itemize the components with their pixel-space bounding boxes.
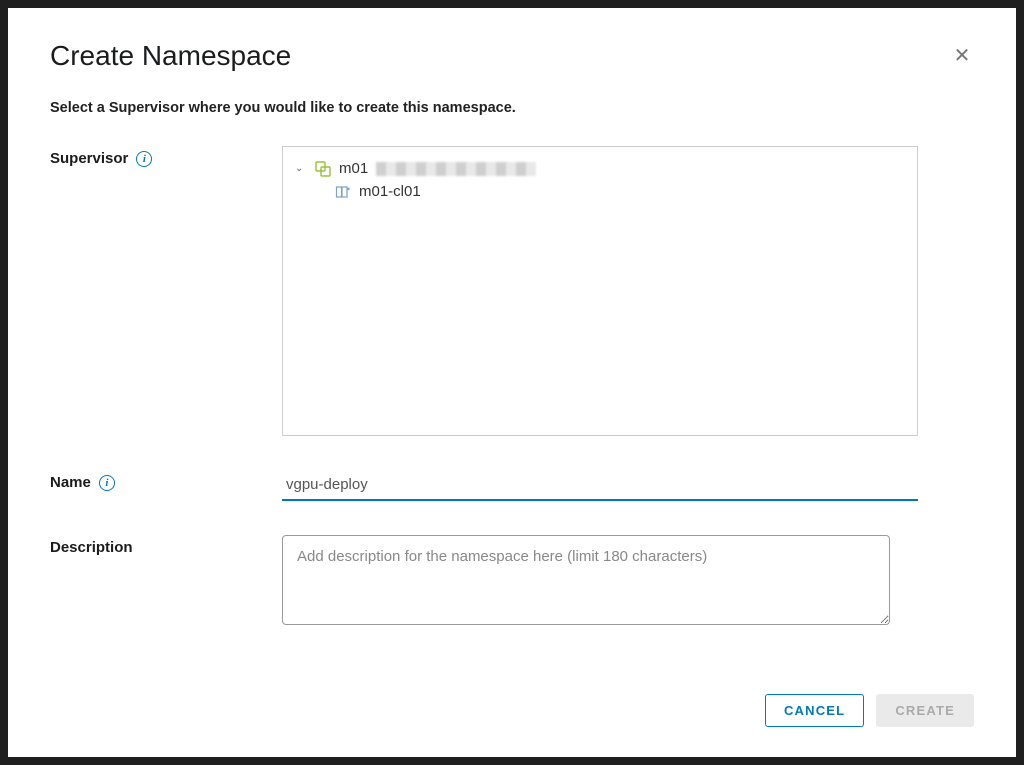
description-label: Description bbox=[50, 535, 282, 556]
name-label: Name i bbox=[50, 470, 282, 491]
name-row: Name i bbox=[50, 470, 974, 501]
description-row: Description bbox=[50, 535, 974, 625]
create-button[interactable]: CREATE bbox=[876, 694, 974, 727]
supervisor-row: Supervisor i ⌄ m01 m01-cl01 bbox=[50, 146, 974, 436]
tree-root-label: m01 bbox=[339, 160, 368, 177]
cluster-icon bbox=[335, 184, 351, 200]
info-icon[interactable]: i bbox=[136, 151, 152, 167]
tree-children: m01-cl01 bbox=[295, 180, 905, 203]
name-input[interactable] bbox=[282, 470, 918, 501]
supervisor-label-text: Supervisor bbox=[50, 150, 128, 167]
chevron-down-icon[interactable]: ⌄ bbox=[295, 163, 307, 174]
name-label-text: Name bbox=[50, 474, 91, 491]
supervisor-tree[interactable]: ⌄ m01 m01-cl01 bbox=[282, 146, 918, 436]
vcenter-icon bbox=[315, 161, 331, 177]
modal-footer: CANCEL CREATE bbox=[50, 674, 974, 727]
description-label-text: Description bbox=[50, 539, 133, 556]
modal-title: Create Namespace bbox=[50, 40, 291, 72]
tree-cluster-node[interactable]: m01-cl01 bbox=[335, 180, 905, 203]
info-icon[interactable]: i bbox=[99, 475, 115, 491]
supervisor-label: Supervisor i bbox=[50, 146, 282, 167]
tree-cluster-label: m01-cl01 bbox=[359, 183, 421, 200]
modal-header: Create Namespace ✕ bbox=[50, 40, 974, 72]
tree-root-node[interactable]: ⌄ m01 bbox=[295, 157, 905, 180]
cancel-button[interactable]: CANCEL bbox=[765, 694, 864, 727]
close-icon: ✕ bbox=[954, 46, 971, 66]
redacted-text bbox=[376, 162, 536, 176]
instruction-text: Select a Supervisor where you would like… bbox=[50, 100, 974, 116]
description-textarea[interactable] bbox=[282, 535, 890, 625]
create-namespace-modal: Create Namespace ✕ Select a Supervisor w… bbox=[8, 8, 1016, 757]
close-button[interactable]: ✕ bbox=[950, 44, 974, 68]
